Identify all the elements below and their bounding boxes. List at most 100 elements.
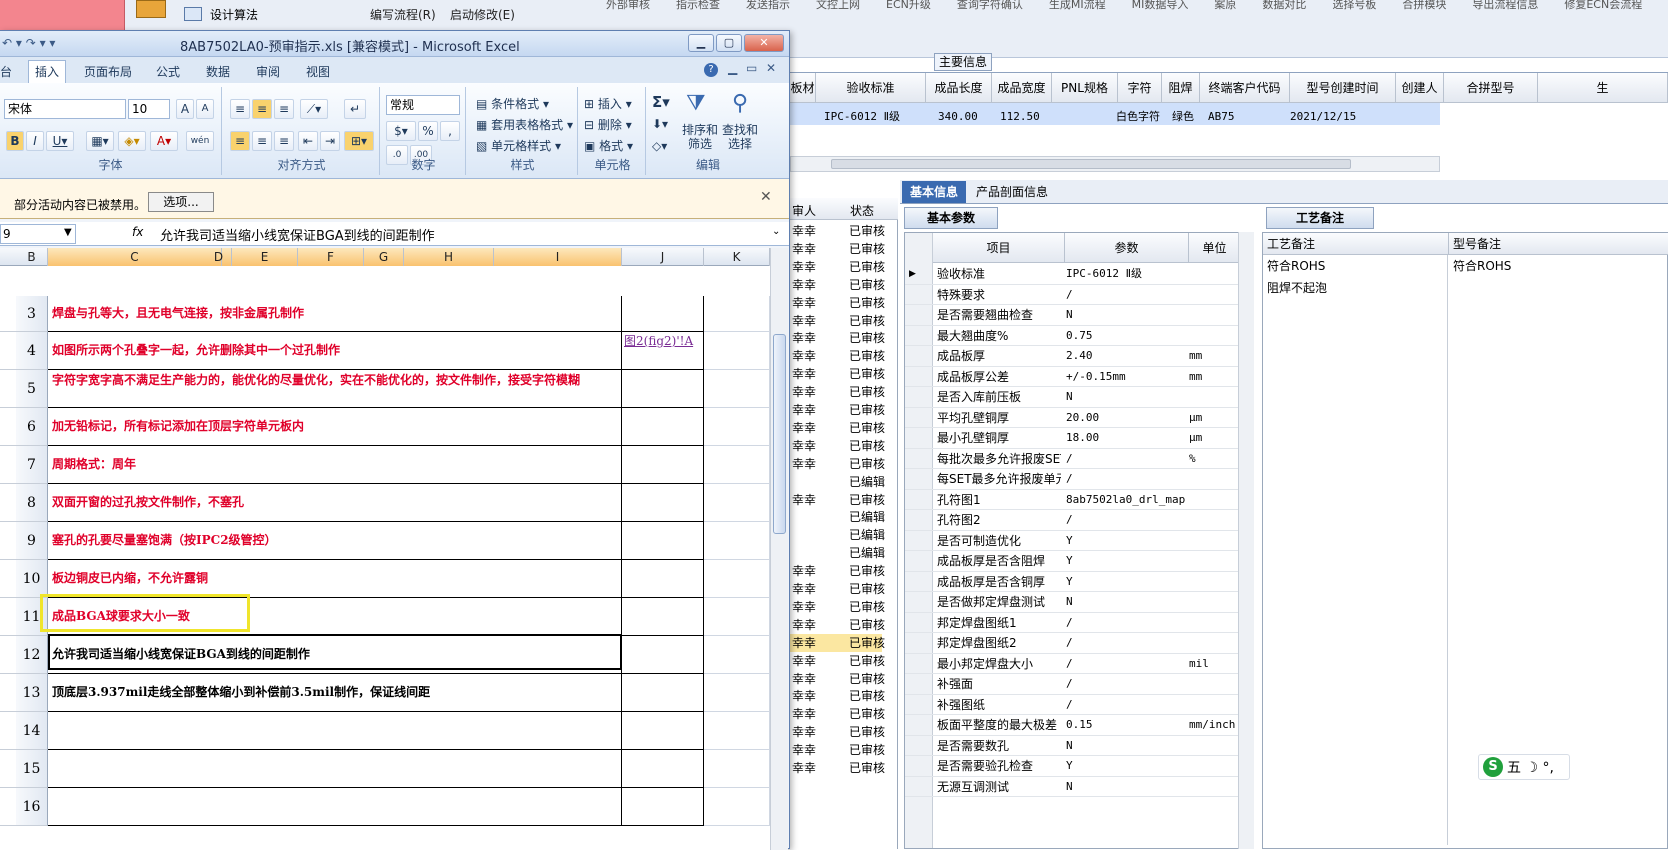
vscroll-thumb[interactable] [773, 334, 786, 534]
list-item[interactable]: 幸幸 已审核 [790, 240, 885, 258]
tab-profile-info[interactable]: 产品剖面信息 [972, 181, 1052, 203]
wrap-text-icon[interactable]: ↵ [344, 99, 366, 119]
top-grid-col-header[interactable]: 成品长度 [926, 73, 992, 103]
params-row[interactable]: 是否做邦定焊盘测试 N [905, 592, 1241, 613]
top-grid-col-header[interactable]: 终端客户代码 [1200, 73, 1290, 103]
list-item[interactable]: 幸幸 已审核 [790, 652, 885, 670]
param-value[interactable]: 2.40 [1066, 346, 1186, 366]
format-cells-button[interactable]: ▣ 格式 ▾ [584, 137, 633, 154]
params-row[interactable]: 邦定焊盘图纸1 / [905, 613, 1241, 633]
menu-item[interactable]: 发送指示 [746, 0, 790, 11]
menu-item[interactable]: 导出流程信息 [1472, 0, 1538, 11]
top-grid-col-header[interactable]: 字符 [1118, 73, 1162, 103]
namebox-dropdown-icon[interactable]: ▼ [64, 227, 72, 238]
cell-styles-button[interactable]: ▧ 单元格样式 ▾ [476, 137, 561, 154]
params-row[interactable]: 是否入库前压板 N [905, 387, 1241, 408]
top-grid-col-header[interactable]: 阻焊 [1162, 73, 1200, 103]
tab-review[interactable]: 审阅 [256, 63, 280, 80]
list-item[interactable]: 幸幸 已审核 [790, 562, 885, 580]
params-col-unit[interactable]: 单位 [1189, 233, 1241, 263]
tab-home[interactable]: 台 [0, 63, 12, 80]
maximize-icon[interactable]: ▢ [716, 34, 742, 52]
top-grid-col-header[interactable]: 创建人 [1396, 73, 1444, 103]
param-value[interactable]: N [1066, 305, 1186, 325]
row-header[interactable]: 5 [16, 370, 48, 408]
font-color-icon[interactable]: A▾ [150, 131, 178, 151]
params-row[interactable]: 成品板厚 2.40 mm [905, 346, 1241, 367]
list-item[interactable]: 幸幸 已审核 [790, 491, 885, 509]
tab-insert[interactable]: 插入 [28, 60, 66, 83]
param-value[interactable]: / [1066, 510, 1186, 530]
params-row[interactable]: 最小邦定焊盘大小 / mil [905, 654, 1241, 674]
row-header[interactable]: 6 [16, 408, 48, 446]
percent-icon[interactable]: % [418, 121, 438, 141]
align-top-icon[interactable]: ≡ [230, 99, 250, 119]
params-row[interactable]: 是否需要数孔 N [905, 736, 1241, 756]
params-vscroll[interactable] [1238, 232, 1254, 849]
cell-empty[interactable] [704, 598, 770, 636]
cell-empty[interactable] [704, 370, 770, 408]
list-item[interactable]: 幸幸 已审核 [790, 616, 885, 634]
underline-icon[interactable]: U▾ [46, 131, 74, 151]
row-header[interactable]: 4 [16, 332, 48, 370]
column-header[interactable]: K [704, 248, 770, 266]
menu-item[interactable]: 文控上网 [816, 0, 860, 11]
cell-instruction[interactable]: 双面开窗的过孔按文件制作，不塞孔 [48, 484, 622, 522]
find-select-icon[interactable]: ⚲ [732, 91, 748, 116]
find-select-button[interactable]: 查找和选择 [722, 123, 758, 151]
params-row[interactable]: 补强面 / [905, 674, 1241, 695]
list-item[interactable]: 幸幸 已审核 [790, 294, 885, 312]
list-item[interactable]: 幸幸 已审核 [790, 633, 885, 652]
cell-instruction[interactable]: 周期格式：周年 [48, 446, 622, 484]
list-item[interactable]: 幸幸 已审核 [790, 258, 885, 276]
list-item[interactable]: 幸幸 已审核 [790, 723, 885, 741]
clear-icon[interactable]: ◇▾ [652, 139, 667, 153]
factory-icon[interactable] [136, 0, 166, 18]
param-value[interactable]: 0.75 [1066, 326, 1186, 346]
params-row[interactable]: 特殊要求 / [905, 285, 1241, 305]
column-header[interactable]: E [232, 248, 298, 266]
increase-indent-icon[interactable]: ⇥ [320, 131, 340, 151]
ribbon-restore-icon[interactable]: ▭ [746, 61, 757, 75]
row-header[interactable]: 13 [16, 674, 48, 712]
param-value[interactable]: N [1066, 387, 1186, 407]
cell-empty[interactable] [704, 674, 770, 712]
list-item[interactable]: 已编辑 [790, 473, 885, 491]
column-header[interactable]: F [298, 248, 364, 266]
top-grid-cell[interactable]: 340.00 [934, 106, 978, 128]
list-item[interactable]: 幸幸 已审核 [790, 347, 885, 365]
menu-item[interactable]: 选择号板 [1332, 0, 1376, 11]
params-row[interactable]: 是否需要翘曲检查 N [905, 305, 1241, 326]
delete-cells-button[interactable]: ⊟ 删除 ▾ [584, 116, 632, 133]
params-row[interactable]: 板面平整度的最大极差 0.15 mm/inch [905, 715, 1241, 736]
menu-item[interactable]: MI数据导入 [1132, 0, 1189, 11]
list-item[interactable]: 已编辑 [790, 526, 885, 544]
cell-instruction[interactable] [48, 750, 622, 788]
cell-instruction[interactable]: 加无铅标记，所有标记添加在顶层字符单元板内 [48, 408, 622, 446]
params-row[interactable]: 每SET最多允许报废单元 / [905, 469, 1241, 490]
minimize-icon[interactable]: ▁ [688, 34, 714, 52]
params-row[interactable]: 孔符图2 / [905, 510, 1241, 531]
tab-data[interactable]: 数据 [206, 63, 230, 80]
param-value[interactable]: Y [1066, 572, 1186, 592]
shrink-font-icon[interactable]: A [196, 99, 214, 119]
list-item[interactable]: 幸幸 已审核 [790, 329, 885, 347]
cell-empty[interactable] [704, 712, 770, 750]
list-item[interactable]: 幸幸 已审核 [790, 312, 885, 330]
params-row[interactable]: 补强图纸 / [905, 695, 1241, 715]
cell-instruction[interactable] [48, 788, 622, 826]
params-row[interactable]: 是否可制造优化 Y [905, 531, 1241, 551]
params-row[interactable]: ▶ 验收标准 IPC-6012 Ⅱ级 [905, 264, 1241, 285]
menu-write-flow[interactable]: 编写流程(R) [370, 6, 436, 23]
param-value[interactable]: +/-0.15mm [1066, 367, 1186, 387]
params-row[interactable]: 每批次最多允许报废SET /% [905, 449, 1241, 469]
params-row[interactable]: 成品板厚是否含铜厚 Y [905, 572, 1241, 592]
cell-instruction[interactable]: 如图所示两个孔叠字一起，允许删除其中一个过孔制作 [48, 332, 622, 370]
param-value[interactable]: / [1066, 449, 1186, 469]
menu-item[interactable]: 案原 [1214, 0, 1236, 11]
cell-empty[interactable] [704, 296, 770, 332]
options-button[interactable]: 选项... [148, 192, 214, 212]
list-item[interactable]: 幸幸 已审核 [790, 741, 885, 759]
list-item[interactable]: 已编辑 [790, 508, 885, 526]
params-row[interactable]: 最小孔壁铜厚 18.00 μm [905, 428, 1241, 449]
